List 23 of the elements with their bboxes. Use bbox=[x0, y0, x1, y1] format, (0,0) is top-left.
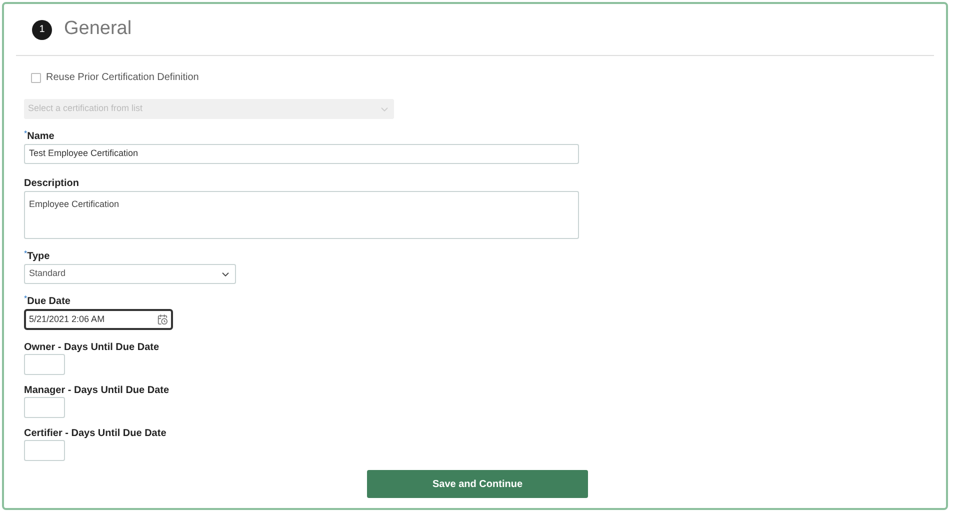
save-and-continue-button[interactable]: Save and Continue bbox=[367, 470, 588, 498]
days-field[interactable] bbox=[24, 354, 65, 375]
required-mark: * bbox=[24, 250, 28, 258]
field-label: Name bbox=[27, 130, 54, 143]
required-mark: * bbox=[24, 295, 28, 303]
date-field[interactable]: 5/21/2021 2:06 AM bbox=[24, 309, 173, 330]
field-label: Certifier - Days Until Due Date bbox=[24, 427, 166, 440]
days-field[interactable] bbox=[24, 440, 65, 461]
required-mark: * bbox=[24, 130, 28, 138]
select-field[interactable]: Standard bbox=[24, 264, 236, 284]
field-label: Due Date bbox=[27, 295, 70, 308]
step-number: 1 bbox=[32, 20, 52, 40]
days-field[interactable] bbox=[24, 397, 65, 418]
field-label: Owner - Days Until Due Date bbox=[24, 341, 160, 354]
description-field[interactable]: Employee Certification bbox=[24, 191, 579, 239]
checkbox-label: Reuse Prior Certification Definition bbox=[46, 71, 199, 85]
field-label: Manager - Days Until Due Date bbox=[24, 384, 170, 397]
section-title: General bbox=[64, 17, 132, 42]
checkbox[interactable] bbox=[31, 72, 41, 82]
field-label: Type bbox=[27, 250, 50, 263]
calendar-icon bbox=[157, 314, 168, 325]
field-label: Description bbox=[24, 177, 80, 190]
name-field[interactable]: Test Employee Certification bbox=[24, 144, 579, 164]
